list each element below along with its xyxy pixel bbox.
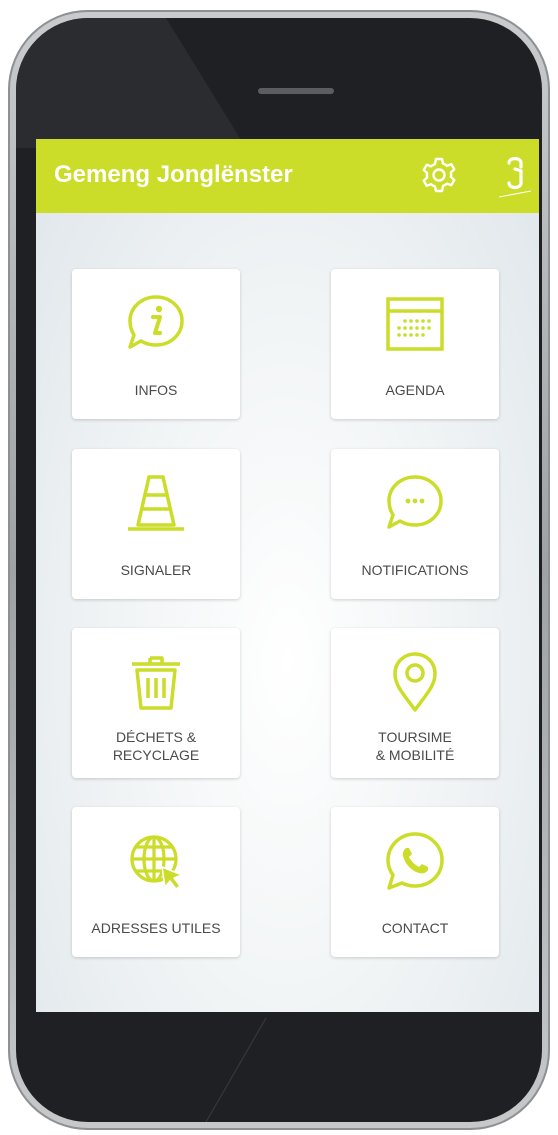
phone-speaker — [258, 88, 334, 94]
app-screen: Gemeng Jonglënster INFOS AGENDA SIGNALER… — [36, 139, 539, 1012]
gear-icon[interactable] — [419, 155, 459, 195]
tile-label-agenda: AGENDA — [385, 382, 445, 398]
tile-label-contact: CONTACT — [381, 920, 449, 936]
tile-dechets-recyclage[interactable]: DÉCHETS & RECYCLAGE — [72, 628, 240, 778]
tile-contact[interactable]: CONTACT — [331, 807, 499, 957]
app-bar: Gemeng Jonglënster — [36, 139, 539, 213]
globe-cursor-icon — [130, 835, 183, 890]
location-pin-icon — [393, 652, 437, 712]
traffic-cone-icon — [128, 475, 184, 531]
tile-adresses-utiles[interactable]: ADRESSES UTILES — [72, 807, 240, 957]
tile-label-tourisme: TOURSIME & MOBILITÉ — [375, 729, 455, 763]
whatsapp-phone-icon — [386, 832, 444, 890]
tile-infos[interactable]: INFOS — [72, 269, 240, 419]
tile-notifications[interactable]: NOTIFICATIONS — [331, 449, 499, 599]
trash-bin-icon — [132, 656, 180, 710]
info-speech-bubble-icon — [128, 295, 184, 349]
tile-label-infos: INFOS — [134, 382, 178, 398]
tile-label-signaler: SIGNALER — [120, 562, 192, 578]
tile-label-adresses: ADRESSES UTILES — [91, 920, 221, 936]
tile-signaler[interactable]: SIGNALER — [72, 449, 240, 599]
tile-label-dechets: DÉCHETS & RECYCLAGE — [112, 729, 200, 763]
commune-logo-icon[interactable] — [499, 155, 531, 199]
app-title: Gemeng Jonglënster — [54, 161, 293, 188]
tile-label-notifications: NOTIFICATIONS — [361, 562, 469, 578]
tile-tourisme-mobilite[interactable]: TOURSIME & MOBILITÉ — [331, 628, 499, 778]
chat-bubble-icon — [387, 475, 443, 529]
calendar-icon — [386, 297, 444, 351]
tile-agenda[interactable]: AGENDA — [331, 269, 499, 419]
